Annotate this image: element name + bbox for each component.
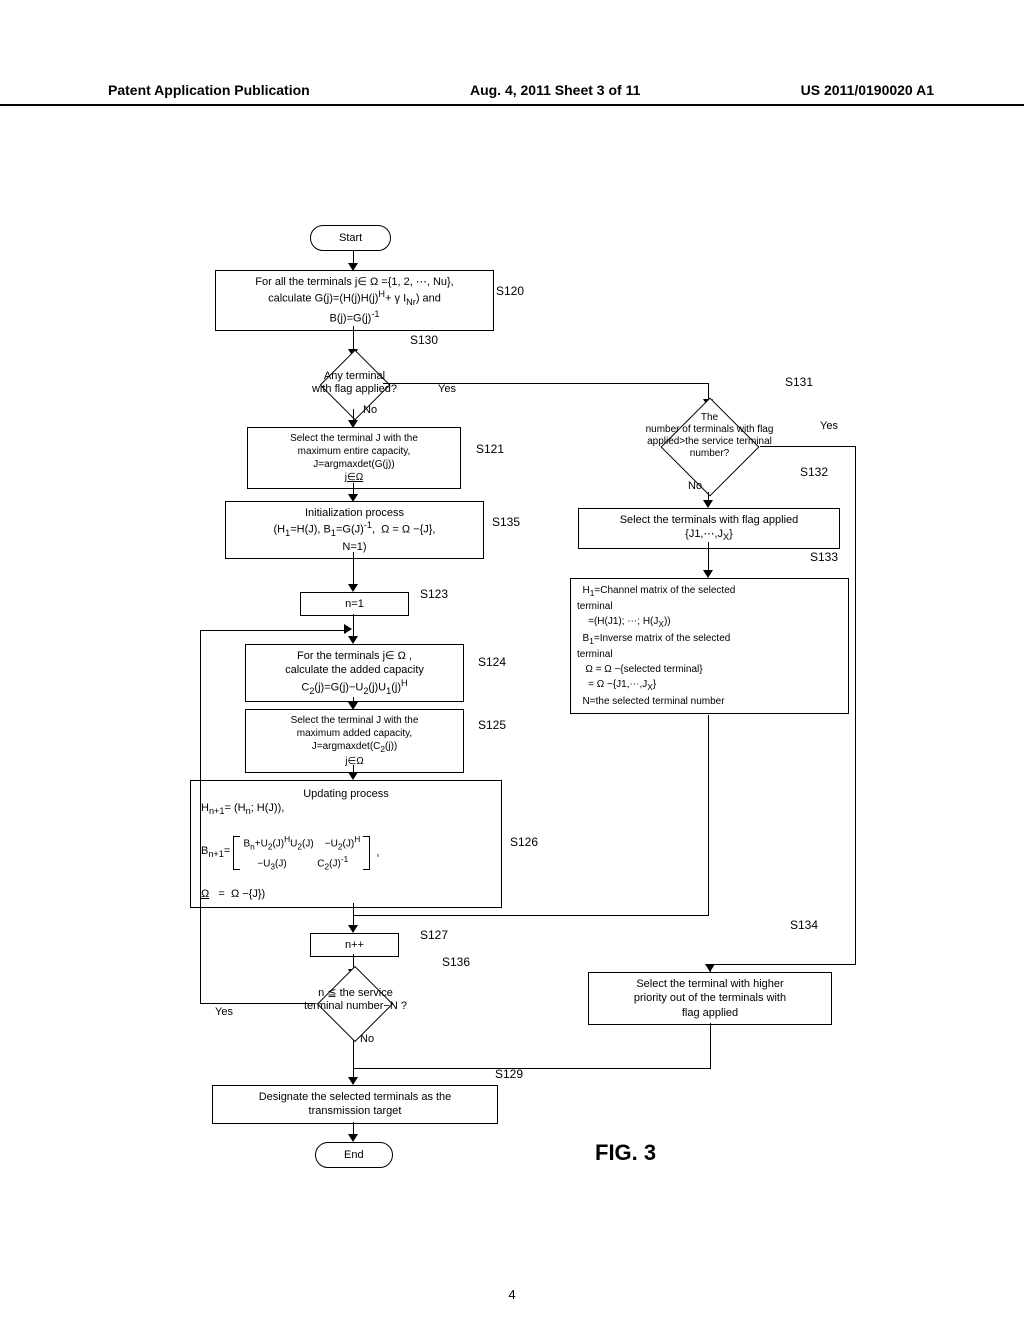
select-max-node: Select the terminal J with themaximum en… [247, 427, 461, 489]
step-s133: S133 [810, 550, 838, 564]
calc-init-node: For all the terminals j∈ Ω ={1, 2, ⋯, Nu… [215, 270, 494, 331]
page-header: Patent Application Publication Aug. 4, 2… [0, 82, 1024, 106]
step-s136: S136 [442, 955, 470, 969]
step-s130: S130 [410, 333, 438, 347]
step-s121: S121 [476, 442, 504, 456]
flag-count-decision [661, 398, 760, 497]
updating-node: Updating process Hn+1= (Hn; H(J)), Bn+1=… [190, 780, 502, 908]
step-s129: S129 [495, 1067, 523, 1081]
npp-node: n++ [310, 933, 399, 957]
step-s120: S120 [496, 284, 524, 298]
header-right: US 2011/0190020 A1 [801, 82, 934, 98]
no-label-3: No [360, 1033, 374, 1045]
yes-label-3: Yes [215, 1006, 233, 1018]
select-flag-node: Select the terminals with flag applied{J… [578, 508, 840, 549]
no-label-2: No [688, 480, 702, 492]
step-s125: S125 [478, 718, 506, 732]
figure-label: FIG. 3 [595, 1140, 656, 1166]
end-node: End [315, 1142, 393, 1168]
start-node: Start [310, 225, 391, 251]
n-leq-decision [317, 966, 393, 1042]
channel-matrix-node: H1=Channel matrix of the selectedtermina… [570, 578, 849, 714]
header-center: Aug. 4, 2011 Sheet 3 of 11 [470, 82, 640, 98]
page-number: 4 [508, 1287, 515, 1302]
step-s123: S123 [420, 587, 448, 601]
step-s124: S124 [478, 655, 506, 669]
any-flag-decision [320, 350, 391, 421]
step-s131: S131 [785, 375, 813, 389]
step-s127: S127 [420, 928, 448, 942]
step-s134: S134 [790, 918, 818, 932]
yes-label-2: Yes [820, 420, 838, 432]
designate-node: Designate the selected terminals as thet… [212, 1085, 498, 1124]
select-priority-node: Select the terminal with higherpriority … [588, 972, 832, 1025]
flowchart-diagram: Start For all the terminals j∈ Ω ={1, 2,… [0, 120, 1024, 1220]
step-s132: S132 [800, 465, 828, 479]
init-process-node: Initialization process(H1=H(J), B1=G(J)-… [225, 501, 484, 559]
step-s126: S126 [510, 835, 538, 849]
no-label: No [363, 404, 377, 416]
n1-node: n=1 [300, 592, 409, 616]
select-added-node: Select the terminal J with themaximum ad… [245, 709, 464, 773]
yes-label: Yes [438, 383, 456, 395]
step-s135: S135 [492, 515, 520, 529]
calc-added-node: For the terminals j∈ Ω ,calculate the ad… [245, 644, 464, 702]
header-left: Patent Application Publication [108, 82, 310, 98]
